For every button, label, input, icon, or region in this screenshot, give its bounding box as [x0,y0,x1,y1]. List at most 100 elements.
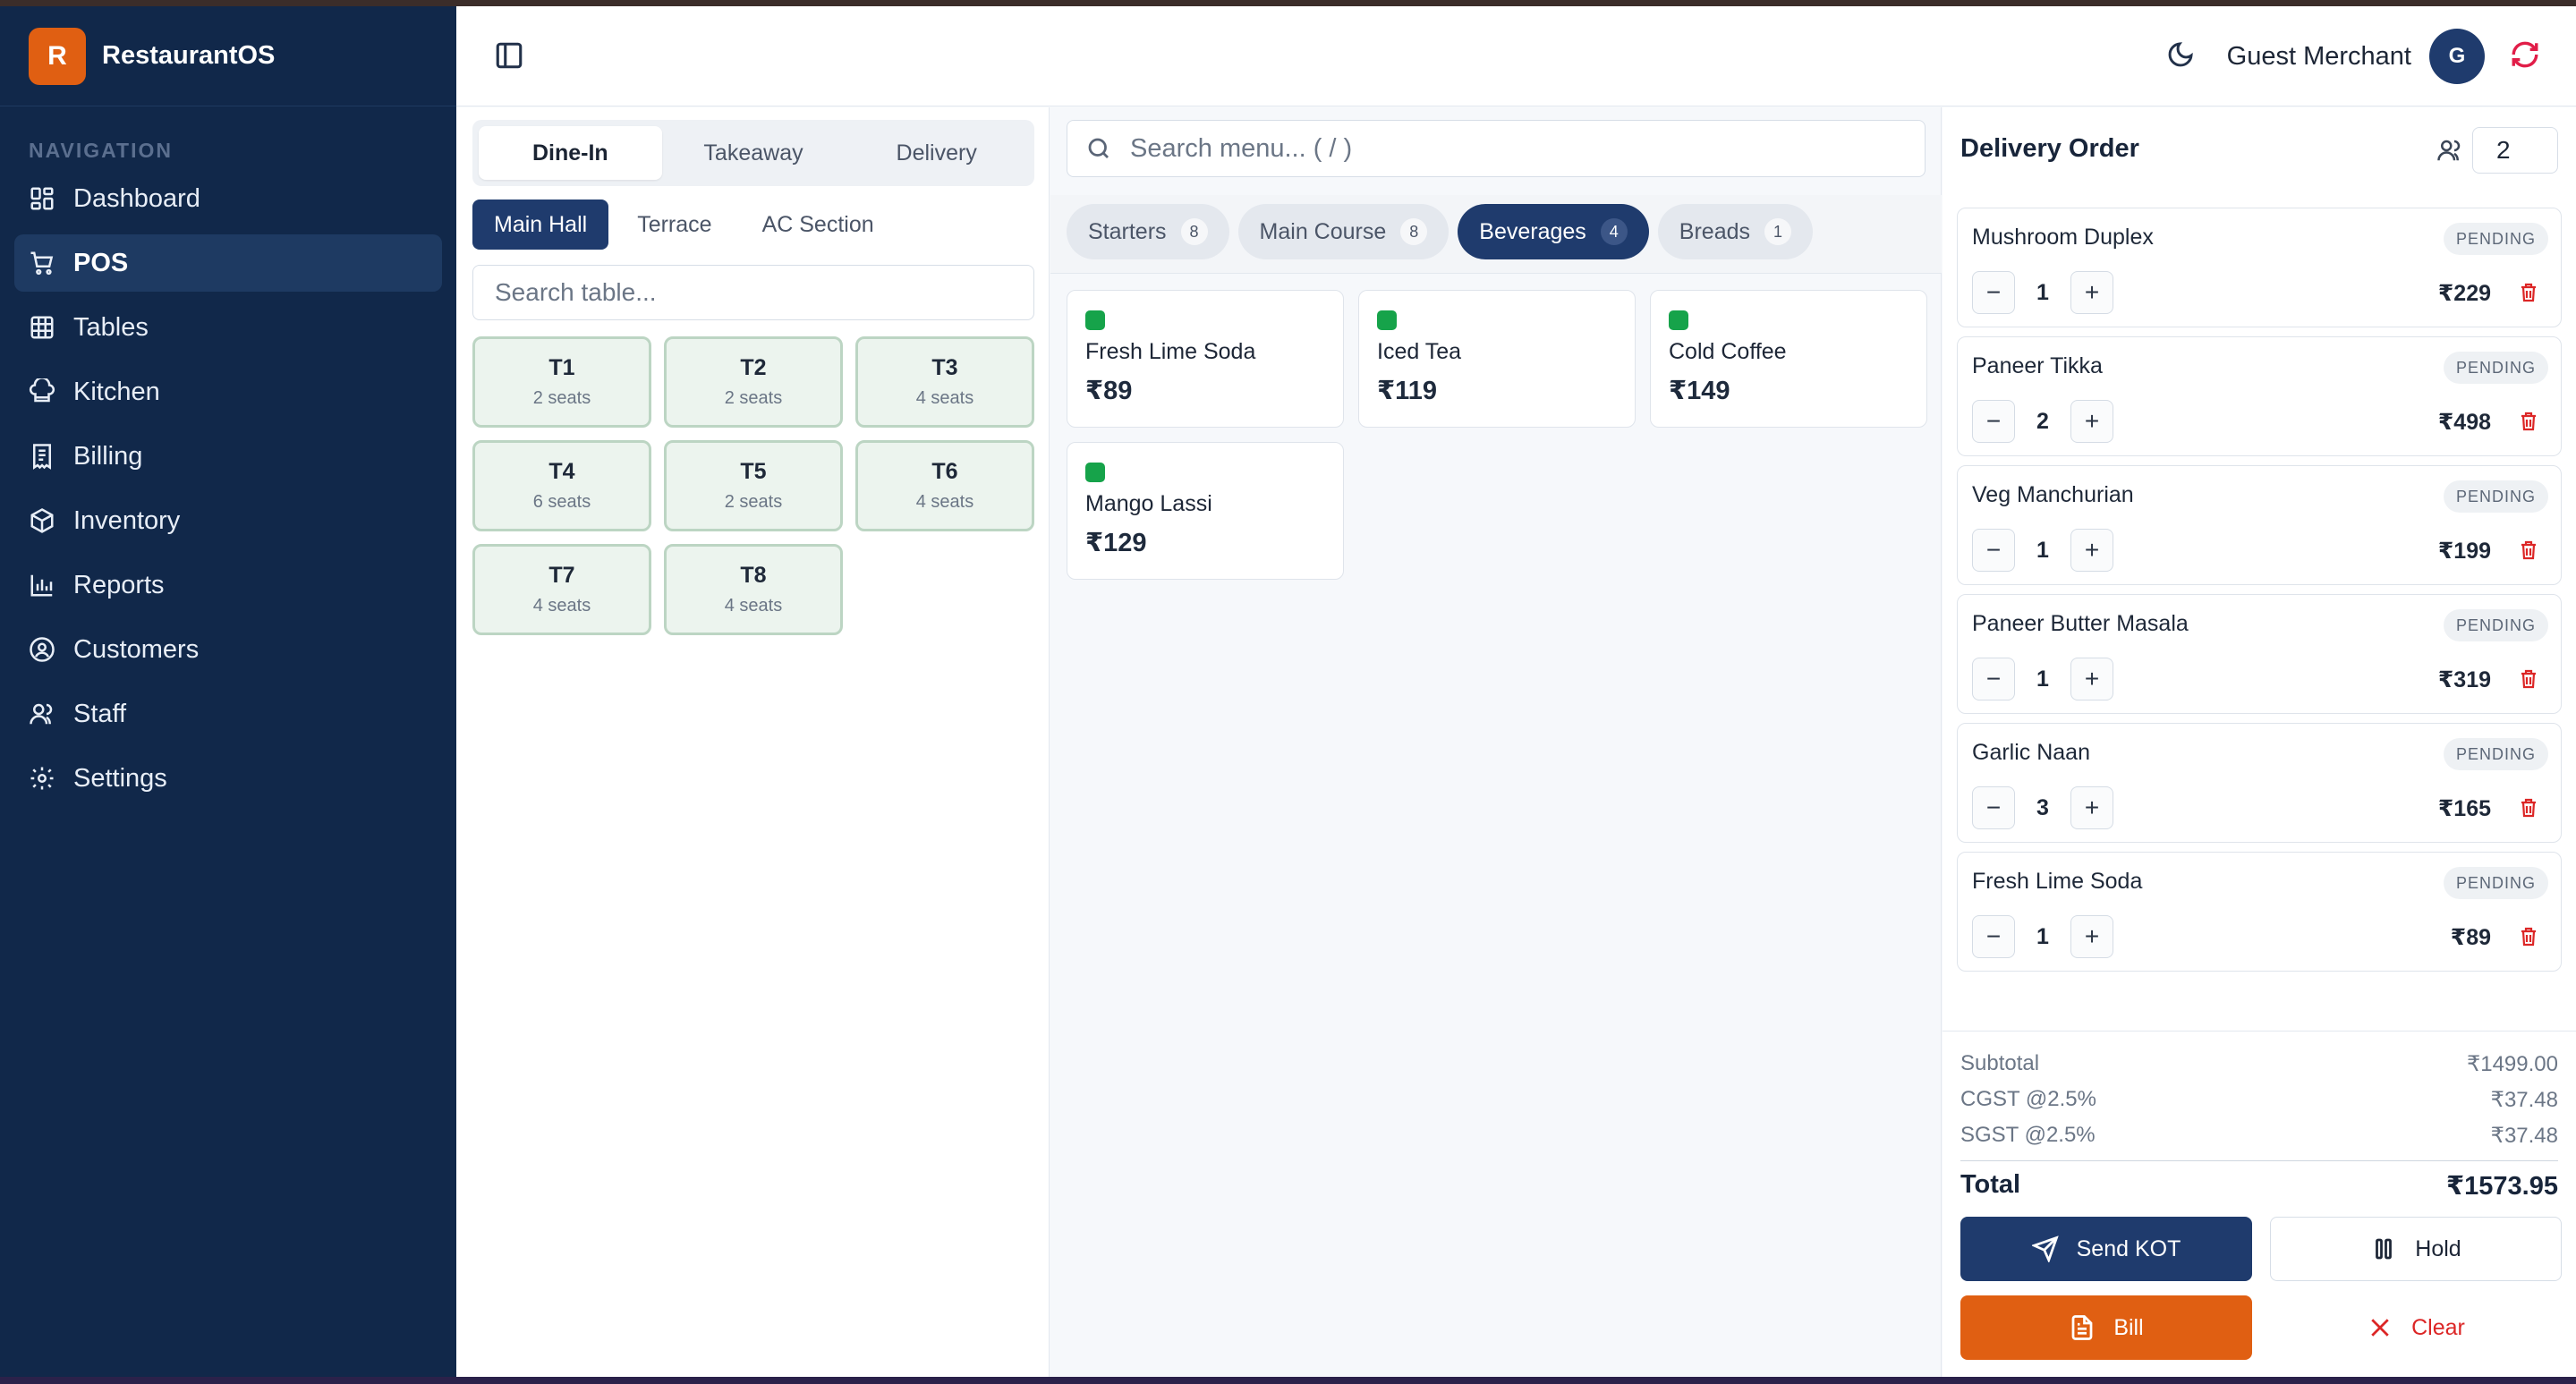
increase-qty-button[interactable]: + [2070,529,2113,572]
nav-section-title: NAVIGATION [29,139,173,162]
tab-takeaway[interactable]: Takeaway [662,126,846,180]
remove-item-button[interactable] [2518,282,2539,308]
table-card-t3[interactable]: T3 4 seats [855,336,1034,428]
quantity-stepper: −1 + [1972,915,2113,958]
status-badge: PENDING [2443,738,2548,770]
decrease-qty-button[interactable]: − [1972,915,2015,958]
table-card-t4[interactable]: T4 6 seats [472,440,651,531]
tab-delivery[interactable]: Delivery [845,126,1028,180]
table-name: T2 [740,355,767,380]
menu-item-name: Fresh Lime Soda [1085,339,1256,364]
table-search-input[interactable]: Search table... [472,265,1034,320]
sidebar: R RestaurantOS NAVIGATION Dashboard POS … [0,6,456,1377]
menu-item-card[interactable]: Mango Lassi ₹129 [1067,442,1344,580]
hold-button[interactable]: Hold [2270,1217,2562,1281]
send-kot-button[interactable]: Send KOT [1960,1217,2252,1281]
sidebar-item-kitchen[interactable]: Kitchen [14,363,442,420]
sidebar-item-label: Staff [73,699,127,728]
sidebar-item-reports[interactable]: Reports [14,556,442,614]
decrease-qty-button[interactable]: − [1972,400,2015,443]
sidebar-item-label: Settings [73,763,167,793]
category-label: Breads [1679,218,1751,244]
increase-qty-button[interactable]: + [2070,915,2113,958]
bill-button[interactable]: Bill [1960,1295,2252,1360]
remove-item-button[interactable] [2518,668,2539,694]
category-label: Starters [1088,218,1167,244]
quantity-stepper: −1 + [1972,529,2113,572]
guest-count-input[interactable]: 2 [2472,127,2558,174]
sidebar-item-tables[interactable]: Tables [14,299,442,356]
remove-item-button[interactable] [2518,539,2539,565]
decrease-qty-button[interactable]: − [1972,786,2015,829]
tab-dine-in[interactable]: Dine-In [479,126,662,180]
qty-value: 2 [2036,408,2049,434]
quantity-stepper: −1 + [1972,271,2113,314]
table-card-t8[interactable]: T8 4 seats [664,544,843,635]
close-icon [2371,1319,2389,1337]
sidebar-item-staff[interactable]: Staff [14,685,442,743]
increase-qty-button[interactable]: + [2070,271,2113,314]
theme-toggle-button[interactable] [2166,40,2195,73]
sidebar-item-pos[interactable]: POS [14,234,442,292]
pause-icon [2376,1238,2393,1260]
clear-label: Clear [2411,1314,2465,1340]
decrease-qty-button[interactable]: − [1972,271,2015,314]
table-card-t2[interactable]: T2 2 seats [664,336,843,428]
table-card-t5[interactable]: T5 2 seats [664,440,843,531]
increase-qty-button[interactable]: + [2070,658,2113,700]
remove-item-button[interactable] [2518,926,2539,952]
menu-item-card[interactable]: Cold Coffee ₹149 [1650,290,1927,428]
cgst-row: CGST @2.5% ₹37.48 [1943,1082,2576,1117]
area-tab-terrace[interactable]: Terrace [616,200,733,250]
menu-search-input[interactable]: Search menu... ( / ) [1067,120,1926,177]
table-card-t6[interactable]: T6 4 seats [855,440,1034,531]
sidebar-toggle-button[interactable] [494,40,524,71]
table-card-t7[interactable]: T7 4 seats [472,544,651,635]
order-item-name: Paneer Tikka [1972,353,2103,378]
remove-item-button[interactable] [2518,797,2539,823]
package-icon [29,507,55,534]
remove-item-button[interactable] [2518,411,2539,437]
category-count: 8 [1180,218,1208,245]
menu-item-card[interactable]: Iced Tea ₹119 [1358,290,1636,428]
table-name: T5 [740,459,767,484]
category-bar: Starters 8 Main Course 8 Beverages 4 Breads… [1050,195,1942,274]
decrease-qty-button[interactable]: − [1972,529,2015,572]
refresh-button[interactable] [2510,39,2540,74]
avatar[interactable]: G [2429,29,2485,84]
clear-button[interactable]: Clear [2270,1295,2562,1360]
sidebar-item-settings[interactable]: Settings [14,750,442,807]
area-tab-ac-section[interactable]: AC Section [741,200,896,250]
category-main-course[interactable]: Main Course 8 [1237,204,1450,259]
category-label: Main Course [1259,218,1387,244]
total-label: Total [1960,1170,2021,1199]
sidebar-item-label: Kitchen [73,377,160,406]
sidebar-item-inventory[interactable]: Inventory [14,492,442,549]
sidebar-item-dashboard[interactable]: Dashboard [14,170,442,227]
category-starters[interactable]: Starters 8 [1067,204,1229,259]
hold-label: Hold [2415,1235,2461,1261]
area-tab-main-hall[interactable]: Main Hall [472,200,609,250]
window-bottom-border [0,1377,2576,1384]
table-icon [29,314,55,341]
table-card-t1[interactable]: T1 2 seats [472,336,651,428]
category-beverages[interactable]: Beverages 4 [1458,204,1649,259]
order-item: Paneer Tikka PENDING −2 + ₹498 [1957,336,2562,456]
category-breads[interactable]: Breads 1 [1657,204,1814,259]
increase-qty-button[interactable]: + [2070,786,2113,829]
sidebar-item-billing[interactable]: Billing [14,428,442,485]
table-seats: 2 seats [724,388,783,408]
header-actions: Guest Merchant G [2166,29,2540,84]
subtotal-label: Subtotal [1960,1051,2040,1075]
order-item-price: ₹229 [2437,281,2491,306]
qty-value: 1 [2036,537,2049,563]
order-item: Fresh Lime Soda PENDING −1 + ₹89 [1957,852,2562,972]
sidebar-item-customers[interactable]: Customers [14,621,442,678]
increase-qty-button[interactable]: + [2070,400,2113,443]
trash-icon [2521,669,2536,689]
menu-item-card[interactable]: Fresh Lime Soda ₹89 [1067,290,1344,428]
refresh-icon [2512,41,2538,67]
decrease-qty-button[interactable]: − [1972,658,2015,700]
top-header: Guest Merchant G [456,6,2576,106]
sidebar-item-label: Inventory [73,505,181,535]
